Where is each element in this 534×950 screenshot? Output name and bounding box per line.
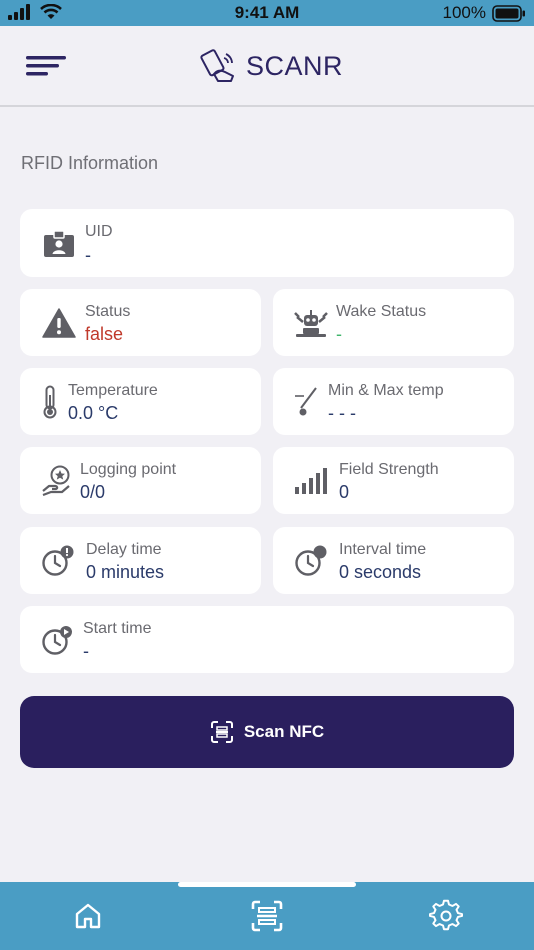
battery-percent: 100%: [442, 3, 486, 22]
warning-icon: [42, 308, 76, 338]
delay-time-label: Delay time: [86, 541, 162, 558]
status-value: false: [85, 324, 124, 344]
min-max-temp-card: Min & Max temp - - -: [273, 368, 514, 435]
wake-status-value: -: [336, 324, 342, 344]
field-strength-value: 0: [339, 482, 350, 502]
scan-nfc-button[interactable]: Scan NFC: [20, 696, 514, 768]
min-max-temp-label: Min & Max temp: [328, 382, 444, 399]
interval-time-card: Interval time 0 seconds: [273, 527, 514, 594]
start-clock-icon: [42, 626, 72, 655]
status-bar: 9:41 AM 100%: [0, 0, 534, 26]
status-label: Status: [85, 303, 131, 320]
scan-nfc-label: Scan NFC: [243, 722, 325, 741]
min-max-thermometer-icon: [295, 387, 317, 416]
app-title: SCANR: [246, 50, 344, 81]
scanr-logo-icon: [200, 49, 234, 82]
delay-time-value: 0 minutes: [86, 562, 165, 582]
wake-status-label: Wake Status: [336, 303, 427, 320]
interval-clock-icon: [295, 545, 327, 576]
scan-icon[interactable]: [249, 898, 285, 934]
field-strength-card: Field Strength 0: [273, 447, 514, 514]
temperature-label: Temperature: [68, 382, 158, 399]
start-time-value: -: [83, 641, 89, 661]
wake-status-card: Wake Status -: [273, 289, 514, 356]
uid-value: -: [85, 245, 91, 265]
logging-point-card: Logging point 0/0: [20, 447, 261, 514]
delay-time-card: Delay time 0 minutes: [20, 527, 261, 594]
battery-icon: [492, 4, 525, 22]
home-icon[interactable]: [70, 898, 106, 934]
start-time-card: Start time -: [20, 606, 514, 673]
logging-point-label: Logging point: [80, 461, 177, 478]
wake-robot-icon: [294, 310, 328, 337]
min-max-temp-value: - - -: [328, 403, 356, 423]
temperature-value: 0.0 °C: [68, 403, 119, 423]
logging-hand-star-icon: [42, 465, 70, 496]
app-brand: SCANR: [198, 48, 343, 84]
interval-time-label: Interval time: [339, 541, 427, 558]
scan-frame-icon: [210, 721, 233, 743]
status-bar-right: 100%: [443, 3, 526, 23]
field-strength-label: Field Strength: [339, 461, 439, 478]
id-badge-icon: [44, 230, 74, 257]
logging-point-value: 0/0: [80, 482, 106, 502]
thermometer-icon: [43, 385, 57, 419]
temperature-card: Temperature 0.0 °C: [20, 368, 261, 435]
start-time-label: Start time: [83, 620, 152, 637]
delay-clock-icon: [42, 545, 74, 576]
interval-time-value: 0 seconds: [339, 562, 422, 582]
status-card: Status false: [20, 289, 261, 356]
settings-icon[interactable]: [428, 898, 464, 934]
hamburger-menu-icon[interactable]: [24, 51, 68, 81]
uid-label: UID: [85, 223, 113, 240]
section-title: RFID Information: [21, 153, 159, 173]
uid-card: UID -: [20, 209, 514, 277]
home-indicator: [178, 882, 356, 887]
signal-bars-icon: [295, 468, 327, 494]
app-header: SCANR: [0, 26, 534, 107]
